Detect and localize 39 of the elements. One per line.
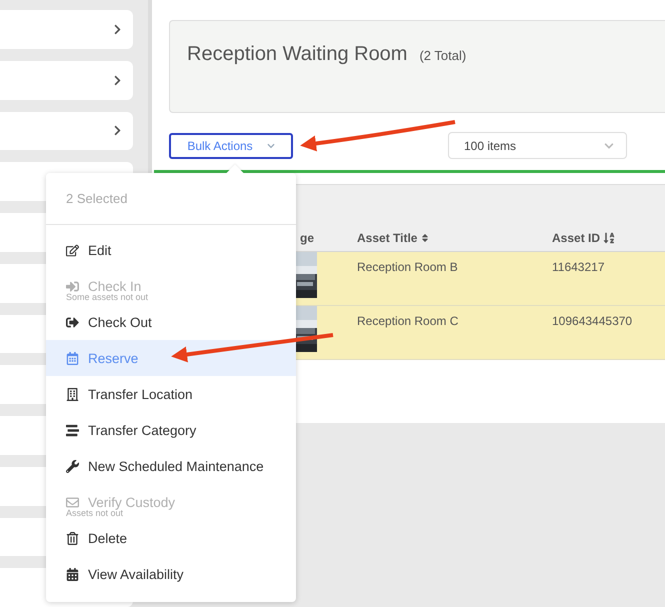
chevron-down-icon <box>604 140 614 150</box>
item-note: Some assets not out <box>66 292 148 302</box>
list-icon <box>66 424 79 436</box>
bulk-actions-button[interactable]: Bulk Actions <box>169 132 293 158</box>
calendar-icon <box>66 352 79 364</box>
column-header[interactable]: Asset Title <box>357 231 418 245</box>
wrench-icon <box>66 460 79 472</box>
menu-item[interactable]: View Availability <box>46 556 296 592</box>
item-note: Assets not out <box>66 508 124 518</box>
edit-icon <box>66 244 79 256</box>
trash-icon <box>66 532 79 544</box>
sign-in-icon <box>66 280 79 292</box>
sidebar-card[interactable] <box>0 10 133 49</box>
page-size-select[interactable]: 100 items <box>448 132 627 159</box>
asset-title: Reception Room B <box>357 260 459 276</box>
chevron-down-icon <box>266 142 275 150</box>
sidebar-card[interactable] <box>0 60 133 100</box>
menu-item[interactable]: Transfer Category <box>46 412 296 448</box>
total-count: (2 Total) <box>419 48 466 63</box>
chevron-right-icon <box>112 74 123 86</box>
chevron-right-icon <box>112 24 123 35</box>
calendar-icon <box>66 568 79 580</box>
column-header[interactable]: ge <box>300 231 314 245</box>
chevron-right-icon <box>112 125 123 136</box>
asset-id: 11643217 <box>552 260 606 276</box>
menu-item[interactable]: Transfer Location <box>46 376 296 412</box>
sidebar-card[interactable] <box>0 112 133 150</box>
asset-title: Reception Room C <box>357 314 460 330</box>
building-icon <box>66 388 79 400</box>
menu-item[interactable]: Delete <box>46 520 296 556</box>
envelope-icon <box>66 496 79 508</box>
sign-out-icon <box>66 316 79 328</box>
menu-item[interactable]: New Scheduled Maintenance <box>46 448 296 484</box>
asset-id: 109643445370 <box>552 314 634 330</box>
selected-count: 2 Selected <box>66 191 128 206</box>
page-title: Reception Waiting Room <box>187 43 408 66</box>
column-header[interactable]: Asset ID <box>552 231 600 245</box>
sort-icon[interactable] <box>420 233 430 243</box>
sort-alpha-icon[interactable] <box>603 232 616 244</box>
